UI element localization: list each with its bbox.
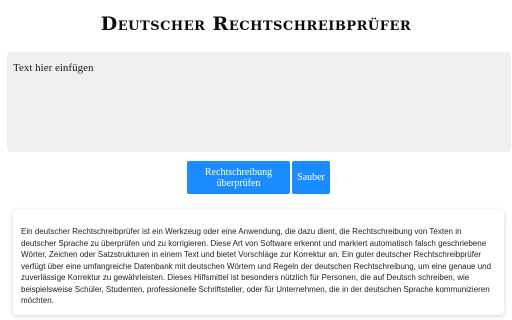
check-spelling-button[interactable]: Rechtschreibung überprüfen [187,161,290,194]
info-description: Ein deutscher Rechtschreibprüfer ist ein… [21,227,492,305]
clear-button[interactable]: Sauber [292,161,330,194]
text-input[interactable] [7,52,511,152]
info-card: Ein deutscher Rechtschreibprüfer ist ein… [13,210,504,315]
page-title: Deutscher Rechtschreibprüfer [100,13,412,35]
